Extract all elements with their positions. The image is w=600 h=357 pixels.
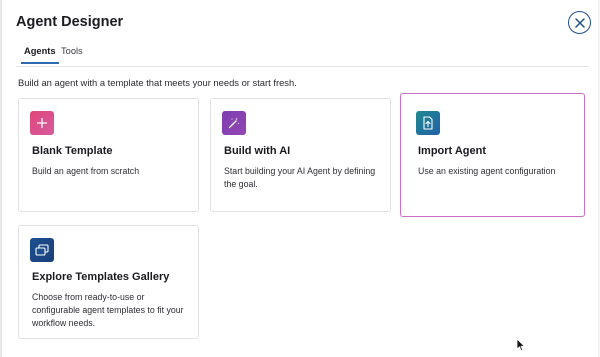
- magic-wand-icon: [222, 111, 246, 135]
- dialog-title: Agent Designer: [16, 14, 124, 30]
- import-file-icon: [416, 111, 440, 135]
- card-description: Use an existing agent configuration: [418, 166, 556, 176]
- close-button[interactable]: [568, 11, 591, 34]
- close-icon: [574, 17, 585, 28]
- dialog-subtitle: Build an agent with a template that meet…: [18, 77, 297, 88]
- gallery-icon: [30, 238, 54, 262]
- tab-agents[interactable]: Agents: [21, 46, 59, 64]
- build-with-ai-card[interactable]: Build with AI Start building your AI Age…: [210, 98, 391, 212]
- tab-tools[interactable]: Tools: [58, 46, 86, 62]
- card-description: Start building your AI Agent by defining…: [224, 166, 376, 189]
- blank-template-card[interactable]: Blank Template Build an agent from scrat…: [18, 98, 199, 212]
- mouse-pointer-icon: [516, 338, 525, 352]
- import-agent-card[interactable]: Import Agent Use an existing agent confi…: [400, 93, 585, 217]
- tab-bar: Agents Tools: [16, 44, 588, 67]
- card-title: Import Agent: [418, 145, 487, 157]
- agent-designer-dialog: Agent Designer Agents Tools Build an age…: [2, 0, 598, 357]
- card-description: Build an agent from scratch: [32, 166, 140, 176]
- explore-templates-gallery-card[interactable]: Explore Templates Gallery Choose from re…: [18, 225, 199, 339]
- card-title: Blank Template: [32, 145, 113, 157]
- card-title: Explore Templates Gallery: [32, 271, 170, 283]
- plus-icon: [30, 111, 54, 135]
- card-description: Choose from ready-to-use or configurable…: [32, 292, 184, 328]
- card-title: Build with AI: [224, 145, 291, 157]
